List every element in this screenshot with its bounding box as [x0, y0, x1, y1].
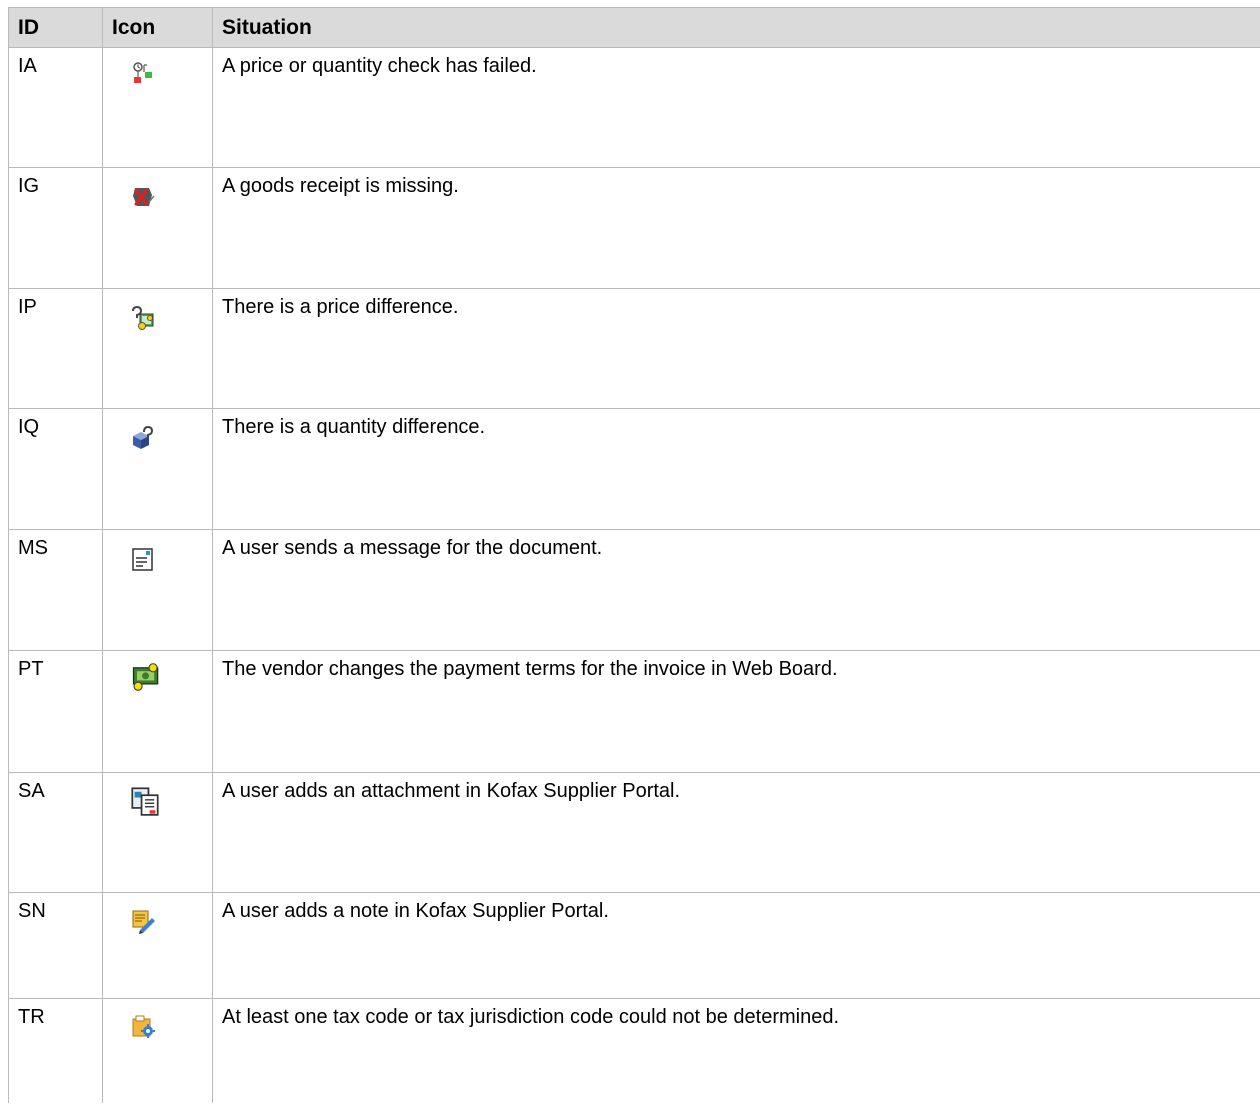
table-row: IG A goods receipt is missing. — [8, 167, 1260, 289]
row-situation: A user sends a message for the document. — [212, 529, 1260, 651]
payment-terms-icon — [132, 663, 159, 691]
table-row: MS A user sends a message for the docume… — [8, 529, 1260, 651]
row-id: SA — [8, 772, 103, 893]
quantity-difference-icon — [133, 425, 154, 449]
table-row: SN A user adds a note in Kofax Supplier … — [8, 892, 1260, 999]
row-id: IG — [8, 167, 103, 289]
row-situation: There is a quantity difference. — [212, 408, 1260, 530]
table-row: IA A price or quantity check has failed. — [8, 47, 1260, 168]
attachment-icon — [131, 787, 159, 816]
table-row: IP There is a price difference. — [8, 288, 1260, 409]
row-id: MS — [8, 529, 103, 651]
header-icon: Icon — [102, 7, 213, 48]
price-difference-icon — [132, 305, 154, 330]
row-situation: The vendor changes the payment terms for… — [212, 650, 1260, 773]
status-icon-table: ID Icon Situation IA A price or quantity… — [8, 7, 1260, 1103]
row-id: IP — [8, 288, 103, 409]
goods-receipt-missing-icon — [133, 188, 155, 206]
table-header-row: ID Icon Situation — [8, 7, 1260, 48]
table-row: IQ There is a quantity difference. — [8, 408, 1260, 530]
price-quantity-check-failed-icon — [133, 62, 152, 83]
message-icon — [132, 548, 153, 571]
header-situation: Situation — [212, 7, 1260, 48]
row-situation: At least one tax code or tax jurisdictio… — [212, 998, 1260, 1103]
row-situation: A user adds an attachment in Kofax Suppl… — [212, 772, 1260, 893]
header-id: ID — [8, 7, 103, 48]
table-row: PT The vendor changes the payment terms … — [8, 650, 1260, 773]
table-row: SA A user adds an attachment in Kofax Su… — [8, 772, 1260, 893]
row-id: PT — [8, 650, 103, 773]
row-id: SN — [8, 892, 103, 999]
row-situation: A user adds a note in Kofax Supplier Por… — [212, 892, 1260, 999]
row-id: IQ — [8, 408, 103, 530]
table-row: TR At least one tax code or tax jurisdic… — [8, 998, 1260, 1103]
row-situation: A goods receipt is missing. — [212, 167, 1260, 289]
row-situation: A price or quantity check has failed. — [212, 47, 1260, 168]
tax-code-icon — [132, 1015, 155, 1038]
row-id: IA — [8, 47, 103, 168]
row-id: TR — [8, 998, 103, 1103]
row-situation: There is a price difference. — [212, 288, 1260, 409]
note-icon — [132, 910, 155, 934]
